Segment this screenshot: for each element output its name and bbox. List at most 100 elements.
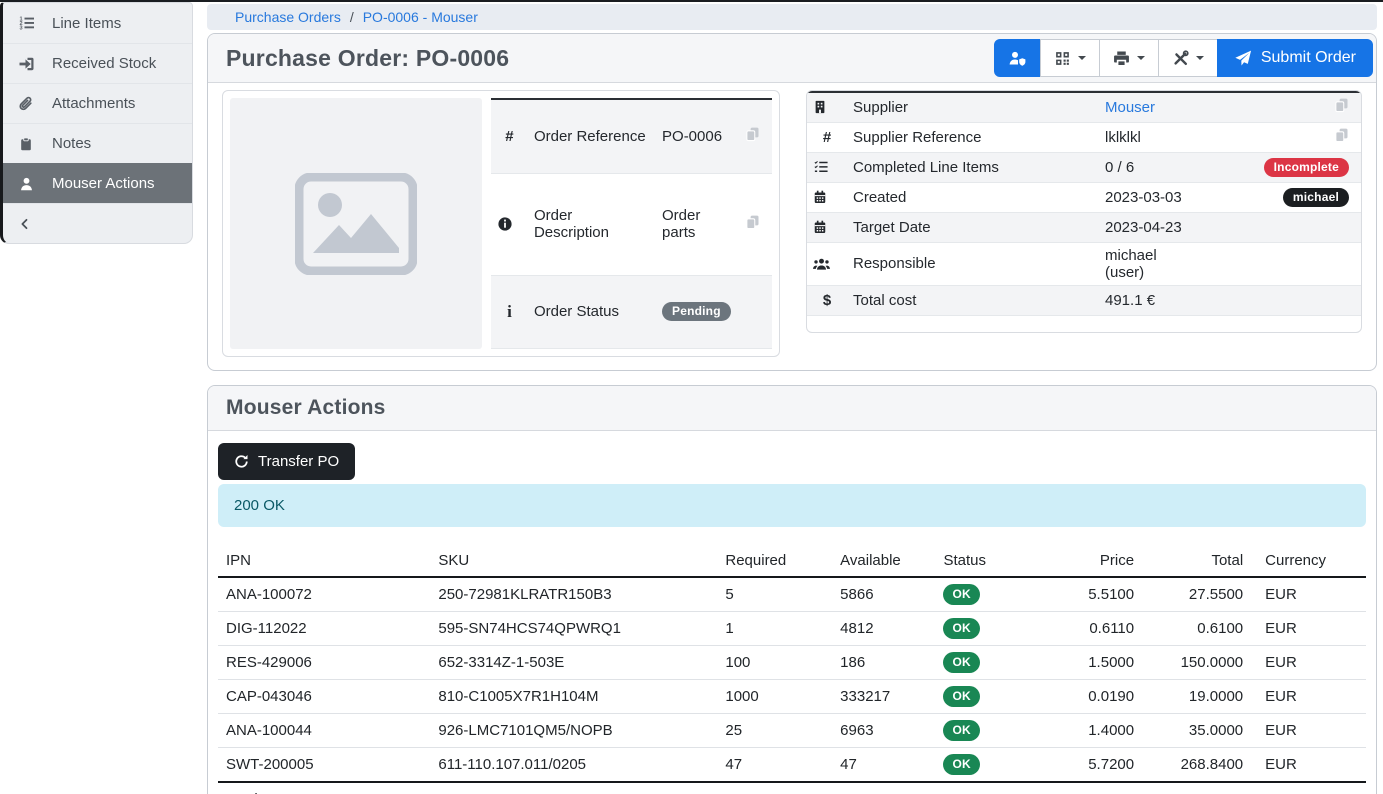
table-footer-row: Total 501.0000 [218,782,1366,794]
completed-line-items-value: 0 / 6 [1099,152,1189,182]
building-icon [813,99,841,115]
order-status-row: i Order Status Pending [491,275,772,348]
ok-badge: OK [943,754,979,775]
sku-cell: 250-72981KLRATR150B3 [430,577,717,612]
alert-message: 200 OK [234,497,285,514]
sku-cell: 926-LMC7101QM5/NOPB [430,714,717,748]
sidebar-item-label: Received Stock [52,55,156,72]
users-icon [813,257,841,271]
ok-badge: OK [943,720,979,741]
col-sku: SKU [430,547,717,577]
admin-view-button[interactable] [994,39,1041,77]
table-row: ANA-100072 250-72981KLRATR150B3 5 5866 O… [218,577,1366,612]
total-cell: 0.6100 [1142,612,1251,646]
transfer-po-button[interactable]: Transfer PO [218,443,355,480]
order-description-row: Order Description Order parts [491,173,772,275]
responsible-row: Responsible michael (user) [807,242,1361,285]
supplier-row: Supplier Mouser [807,92,1361,122]
available-cell: 4812 [832,612,935,646]
chevron-down-icon [1137,56,1145,64]
po-panel-body: # Order Reference PO-0006 [208,83,1376,370]
sidebar-item-line-items[interactable]: 1 2 3 Line Items [3,3,192,43]
order-details-box: # Order Reference PO-0006 [222,90,780,357]
required-cell: 25 [717,714,832,748]
transfer-po-label: Transfer PO [258,453,339,470]
chevron-left-icon [19,217,31,231]
print-actions-button[interactable] [1099,39,1159,77]
incomplete-badge: Incomplete [1264,158,1349,177]
sidebar-item-label: Attachments [52,95,135,112]
field-label: Supplier [847,92,1099,122]
table-row: ANA-100044 926-LMC7101QM5/NOPB 25 6963 O… [218,714,1366,748]
sign-in-icon [16,56,36,72]
supplier-details-table: Supplier Mouser # Supplie [807,91,1361,316]
sidebar-item-attachments[interactable]: Attachments [3,83,192,123]
field-label: Supplier Reference [847,122,1099,152]
completed-line-items-row: Completed Line Items 0 / 6 Incomplete [807,152,1361,182]
required-cell: 47 [717,748,832,783]
table-row: SWT-200005 611-110.107.011/0205 47 47 OK… [218,748,1366,783]
sidebar-item-mouser-actions[interactable]: Mouser Actions [3,163,192,203]
breadcrumb-po-link[interactable]: PO-0006 - Mouser [363,9,478,25]
sidebar-item-label: Notes [52,135,91,152]
available-cell: 47 [832,748,935,783]
price-cell: 1.4000 [1033,714,1142,748]
price-cell: 0.0190 [1033,680,1142,714]
total-cell: 27.5500 [1142,577,1251,612]
mouser-actions-title: Mouser Actions [226,396,386,420]
clipboard-icon [16,136,36,152]
footer-total-value: 501.0000 [1142,782,1251,794]
target-date-value: 2023-04-23 [1099,212,1189,242]
order-actions-button[interactable] [1158,39,1218,77]
total-cost-row: $ Total cost 491.1 € [807,285,1361,315]
qrcode-icon [1054,50,1071,67]
currency-cell: EUR [1251,646,1366,680]
ok-badge: OK [943,584,979,605]
list-ol-icon: 1 2 3 [16,15,36,31]
ipn-cell: SWT-200005 [218,748,430,783]
copy-icon[interactable] [745,126,760,142]
calendar-icon [813,219,841,235]
price-cell: 0.6110 [1033,612,1142,646]
price-cell: 5.7200 [1033,748,1142,783]
breadcrumb-purchase-orders-link[interactable]: Purchase Orders [235,9,341,25]
barcode-actions-button[interactable] [1040,39,1100,77]
sidebar-collapse-button[interactable] [3,203,192,243]
supplier-link[interactable]: Mouser [1105,99,1155,116]
required-cell: 100 [717,646,832,680]
col-required: Required [717,547,832,577]
currency-cell: EUR [1251,680,1366,714]
currency-cell: EUR [1251,612,1366,646]
purchase-order-page: 1 2 3 Line Items Received Stock [0,0,1383,794]
order-details-table: # Order Reference PO-0006 [491,98,772,349]
footer-total-label: Total [218,782,430,794]
sku-cell: 611-110.107.011/0205 [430,748,717,783]
copy-icon[interactable] [1334,127,1349,143]
target-date-row: Target Date 2023-04-23 [807,212,1361,242]
ipn-cell: CAP-043046 [218,680,430,714]
page-title: Purchase Order: PO-0006 [226,45,509,72]
copy-icon[interactable] [1334,97,1349,113]
sku-cell: 652-3314Z-1-503E [430,646,717,680]
info-icon: i [507,302,512,321]
po-panel-header: Purchase Order: PO-0006 [208,34,1376,83]
sidebar-item-notes[interactable]: Notes [3,123,192,163]
required-cell: 5 [717,577,832,612]
paper-plane-icon [1234,50,1252,67]
ipn-cell: RES-429006 [218,646,430,680]
price-cell: 1.5000 [1033,646,1142,680]
sidebar-item-received-stock[interactable]: Received Stock [3,43,192,83]
field-label: Order Status [528,275,656,348]
col-available: Available [832,547,935,577]
sku-cell: 810-C1005X7R1H104M [430,680,717,714]
line-items-table: IPN SKU Required Available Status Price … [218,547,1366,794]
svg-text:3: 3 [19,25,22,31]
mouser-actions-panel: Mouser Actions Transfer PO 200 OK [207,385,1377,794]
list-check-icon [813,160,841,174]
submit-order-button[interactable]: Submit Order [1217,39,1373,77]
user-badge: michael [1283,188,1349,207]
hashtag-icon: # [505,128,513,145]
status-badge: Pending [662,302,731,321]
copy-icon[interactable] [745,214,760,230]
po-toolbar: Submit Order [994,39,1373,77]
